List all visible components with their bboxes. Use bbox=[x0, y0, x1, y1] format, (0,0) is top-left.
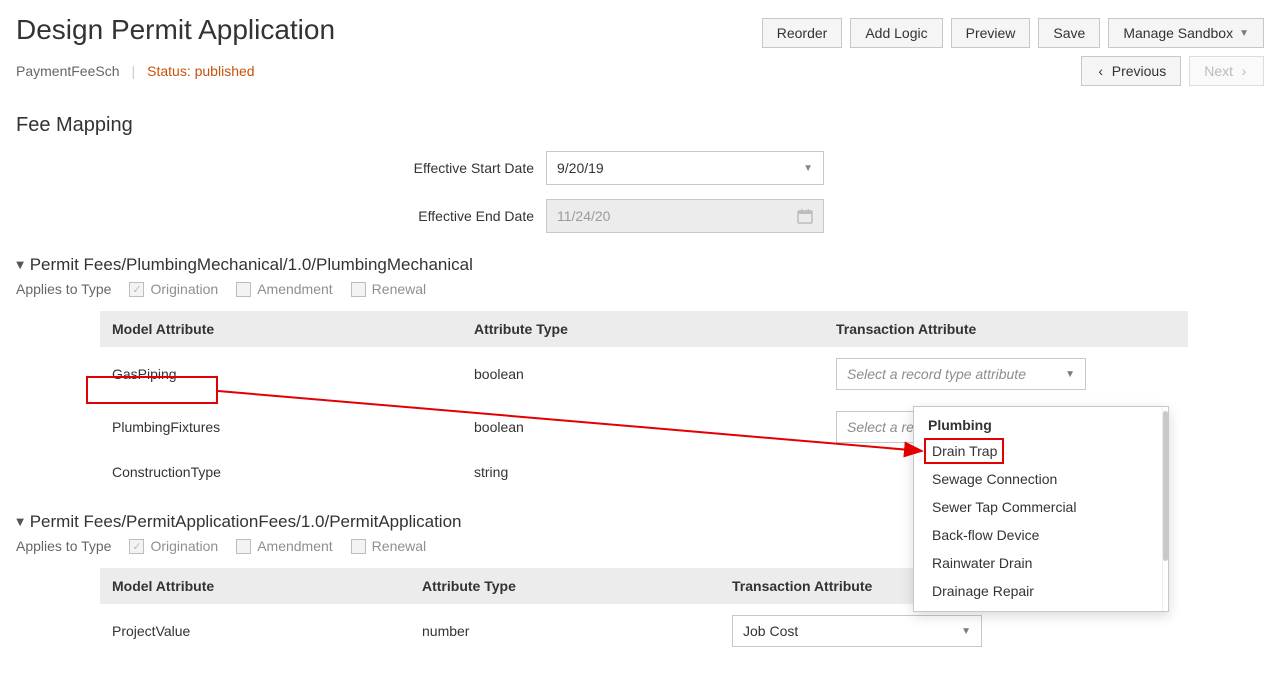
effective-end-date-label: Effective End Date bbox=[16, 208, 546, 224]
dropdown-item-sewer-tap-commercial[interactable]: Sewer Tap Commercial bbox=[914, 493, 1162, 521]
cell-model: PlumbingFixtures bbox=[100, 401, 462, 454]
cell-model: ConstructionType bbox=[100, 454, 462, 491]
renewal-label: Renewal bbox=[372, 281, 426, 297]
renewal-checkbox[interactable]: Renewal bbox=[351, 538, 426, 554]
status-badge: Status: published bbox=[147, 63, 254, 79]
chevron-right-icon: › bbox=[1239, 63, 1249, 79]
cell-model: ProjectValue bbox=[100, 605, 410, 658]
save-button[interactable]: Save bbox=[1038, 18, 1100, 48]
dropdown-item-sewage-connection[interactable]: Sewage Connection bbox=[914, 465, 1162, 493]
segment-1-title[interactable]: ▶ Permit Fees/PlumbingMechanical/1.0/Plu… bbox=[16, 255, 1264, 275]
dropdown-item-back-flow-device[interactable]: Back-flow Device bbox=[914, 521, 1162, 549]
dropdown-group-label: Plumbing bbox=[914, 413, 1162, 437]
col-attribute-type: Attribute Type bbox=[462, 311, 824, 348]
col-attribute-type: Attribute Type bbox=[410, 568, 720, 605]
origination-label: Origination bbox=[150, 538, 218, 554]
segment-2-title-text: Permit Fees/PermitApplicationFees/1.0/Pe… bbox=[30, 512, 462, 532]
amendment-checkbox[interactable]: Amendment bbox=[236, 538, 332, 554]
dropdown-item-rainwater-drain[interactable]: Rainwater Drain bbox=[914, 549, 1162, 577]
cell-type: boolean bbox=[462, 348, 824, 401]
chevron-down-icon: ▼ bbox=[803, 163, 813, 174]
effective-end-date-field: 11/24/20 bbox=[546, 199, 824, 233]
next-label: Next bbox=[1204, 63, 1233, 79]
effective-start-date-label: Effective Start Date bbox=[16, 160, 546, 176]
header-actions: Reorder Add Logic Preview Save Manage Sa… bbox=[762, 14, 1264, 48]
divider: | bbox=[132, 63, 136, 79]
transaction-attribute-dropdown: Plumbing Drain Trap Sewage Connection Se… bbox=[913, 406, 1169, 612]
renewal-label: Renewal bbox=[372, 538, 426, 554]
amendment-checkbox[interactable]: Amendment bbox=[236, 281, 332, 297]
add-logic-button[interactable]: Add Logic bbox=[850, 18, 942, 48]
page-title: Design Permit Application bbox=[16, 14, 335, 46]
amendment-label: Amendment bbox=[257, 281, 332, 297]
manage-sandbox-button[interactable]: Manage Sandbox ▼ bbox=[1108, 18, 1264, 48]
effective-end-date-value: 11/24/20 bbox=[557, 208, 610, 224]
payment-schedule-name: PaymentFeeSch bbox=[16, 63, 120, 79]
chevron-down-icon: ▼ bbox=[1065, 369, 1075, 380]
transaction-attribute-select[interactable]: Job Cost ▼ bbox=[732, 615, 982, 647]
chevron-down-icon: ▼ bbox=[961, 626, 971, 637]
segment-1-title-text: Permit Fees/PlumbingMechanical/1.0/Plumb… bbox=[30, 255, 473, 275]
segment-2-table: Model Attribute Attribute Type Transacti… bbox=[100, 568, 994, 657]
origination-checkbox[interactable]: Origination bbox=[129, 538, 218, 554]
col-model-attribute: Model Attribute bbox=[100, 568, 410, 605]
dropdown-item-drainage-repair[interactable]: Drainage Repair bbox=[914, 577, 1162, 605]
dropdown-scrollbar[interactable] bbox=[1162, 407, 1168, 611]
cell-type: number bbox=[410, 605, 720, 658]
chevron-down-icon: ▼ bbox=[1239, 28, 1249, 39]
collapse-icon: ▶ bbox=[14, 518, 25, 526]
cell-model: GasPiping bbox=[100, 348, 462, 401]
next-button: Next › bbox=[1189, 56, 1264, 86]
preview-button[interactable]: Preview bbox=[951, 18, 1031, 48]
collapse-icon: ▶ bbox=[14, 261, 25, 269]
previous-button[interactable]: ‹ Previous bbox=[1081, 56, 1181, 86]
applies-to-type-label: Applies to Type bbox=[16, 281, 111, 297]
amendment-label: Amendment bbox=[257, 538, 332, 554]
col-transaction-attribute: Transaction Attribute bbox=[824, 311, 1188, 348]
cell-type: string bbox=[462, 454, 824, 491]
origination-checkbox[interactable]: Origination bbox=[129, 281, 218, 297]
applies-to-type-label: Applies to Type bbox=[16, 538, 111, 554]
col-model-attribute: Model Attribute bbox=[100, 311, 462, 348]
chevron-left-icon: ‹ bbox=[1096, 63, 1106, 79]
dropdown-item-drain-trap[interactable]: Drain Trap bbox=[914, 437, 1162, 465]
previous-label: Previous bbox=[1112, 63, 1166, 79]
cell-type: boolean bbox=[462, 401, 824, 454]
table-row: ProjectValue number Job Cost ▼ bbox=[100, 605, 994, 658]
renewal-checkbox[interactable]: Renewal bbox=[351, 281, 426, 297]
section-title: Fee Mapping bbox=[16, 114, 1264, 137]
reorder-button[interactable]: Reorder bbox=[762, 18, 843, 48]
calendar-icon bbox=[797, 208, 813, 224]
select-value: Job Cost bbox=[743, 623, 798, 639]
origination-label: Origination bbox=[150, 281, 218, 297]
table-row: GasPiping boolean Select a record type a… bbox=[100, 348, 1188, 401]
manage-sandbox-label: Manage Sandbox bbox=[1123, 25, 1233, 41]
select-placeholder: Select a record type attribute bbox=[847, 366, 1026, 382]
effective-start-date-value: 9/20/19 bbox=[557, 160, 604, 176]
transaction-attribute-select[interactable]: Select a record type attribute ▼ bbox=[836, 358, 1086, 390]
effective-start-date-select[interactable]: 9/20/19 ▼ bbox=[546, 151, 824, 185]
